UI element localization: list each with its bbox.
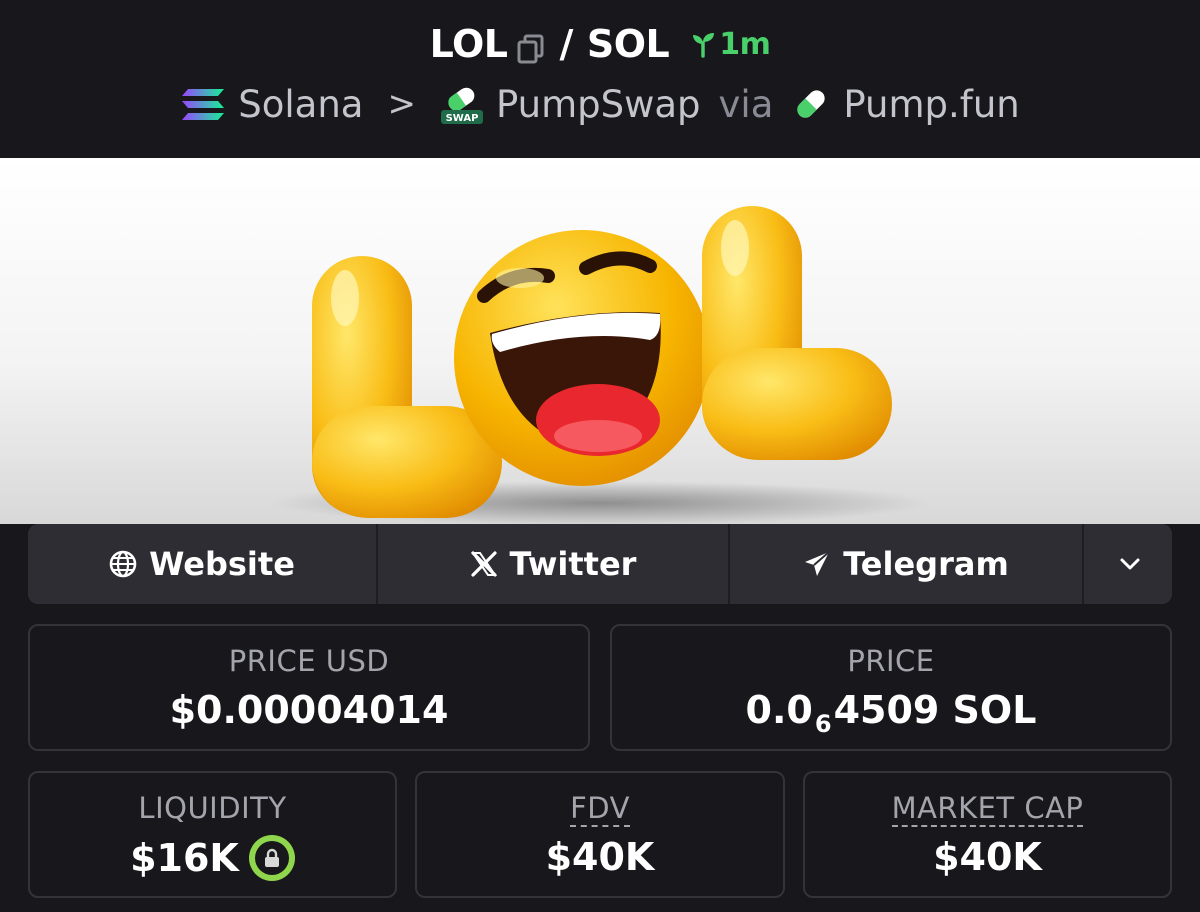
price-usd-card: PRICE USD $0.00004014: [28, 624, 590, 751]
fdv-value: $40K: [545, 835, 655, 879]
breadcrumb-via: via: [718, 82, 774, 126]
telegram-icon: [805, 551, 830, 576]
breadcrumb-dex[interactable]: PumpSwap: [496, 83, 701, 126]
telegram-label: Telegram: [843, 545, 1009, 583]
twitter-label: Twitter: [509, 545, 637, 583]
market-cap-label[interactable]: MARKET CAP: [891, 791, 1084, 827]
twitter-button[interactable]: Twitter: [378, 524, 730, 604]
liquidity-value-row: $16K: [30, 835, 395, 881]
token-banner-image: [0, 158, 1200, 524]
market-cap-label-row: MARKET CAP: [805, 791, 1170, 827]
pair-age: 1m: [689, 26, 771, 62]
website-button[interactable]: Website: [28, 524, 378, 604]
price-native-zero-count: 6: [814, 710, 832, 738]
solana-icon: [180, 86, 226, 122]
base-token-symbol: LOL: [429, 22, 508, 66]
liquidity-value: $16K: [130, 836, 239, 880]
pumpswap-icon: SWAP: [440, 82, 484, 126]
price-native-value: 0.0 6 4509 SOL: [612, 688, 1170, 738]
pair-title: LOL / SOL 1m: [0, 22, 1200, 66]
market-cap-card: MARKET CAP $40K: [803, 771, 1172, 898]
market-cap-value: $40K: [933, 835, 1042, 879]
lock-icon: [264, 848, 279, 867]
pumpfun-pill-icon: [791, 84, 831, 124]
pair-age-text: 1m: [719, 26, 771, 62]
breadcrumb: Solana > SWAP PumpSwap via Pump.fun: [0, 82, 1200, 126]
letter-l-right: [702, 206, 892, 460]
breadcrumb-chain[interactable]: Solana: [238, 83, 363, 126]
pair-header: LOL / SOL 1m Solana > SWAP PumpSwap via …: [0, 0, 1200, 158]
breadcrumb-separator: >: [387, 84, 416, 124]
copy-icon[interactable]: [517, 29, 545, 64]
svg-text:SWAP: SWAP: [446, 113, 479, 124]
pair-slash: /: [559, 22, 573, 66]
price-native-label: PRICE: [847, 644, 935, 678]
laughing-face: [454, 230, 710, 486]
globe-icon: [109, 550, 137, 578]
liquidity-lock-badge[interactable]: [248, 835, 295, 881]
price-usd-value: $0.00004014: [169, 688, 449, 732]
liquidity-label: LIQUIDITY: [138, 791, 287, 825]
price-native-card: PRICE 0.0 6 4509 SOL: [610, 624, 1172, 751]
breadcrumb-launchpad[interactable]: Pump.fun: [843, 83, 1019, 126]
fdv-label-row: FDV: [417, 791, 783, 827]
telegram-button[interactable]: Telegram: [730, 524, 1084, 604]
price-usd-label: PRICE USD: [228, 644, 390, 678]
fdv-card: FDV $40K: [415, 771, 785, 898]
quote-token-symbol: SOL: [586, 22, 670, 66]
x-icon: [470, 551, 497, 577]
price-native-suffix: 4509 SOL: [833, 688, 1037, 732]
more-links-button[interactable]: [1084, 524, 1172, 604]
price-native-prefix: 0.0: [745, 688, 813, 732]
sprout-icon: [693, 33, 715, 58]
website-label: Website: [149, 545, 295, 583]
chevron-down-icon: [1120, 558, 1140, 570]
liquidity-card: LIQUIDITY $16K: [28, 771, 397, 898]
fdv-label[interactable]: FDV: [570, 791, 630, 827]
social-links-bar: Website Twitter Telegram: [28, 524, 1172, 604]
